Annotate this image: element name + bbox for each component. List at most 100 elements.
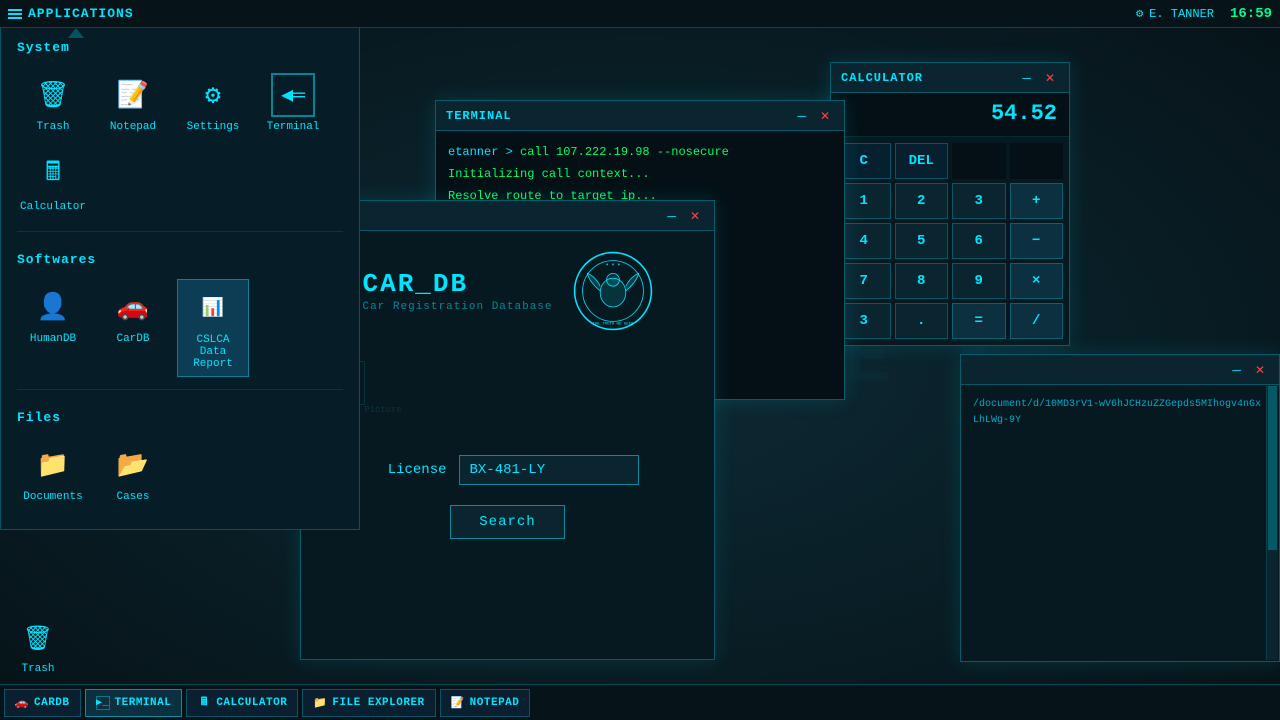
search-button[interactable]: Search [450, 505, 564, 539]
humandb-label: HumanDB [30, 333, 76, 345]
cslca-icon: 📊 [191, 286, 235, 330]
documents-label: Documents [23, 491, 82, 503]
cardb-main-title: CAR_DB [362, 269, 552, 299]
calc-btn-6[interactable]: 6 [952, 223, 1006, 259]
calc-close[interactable]: ✕ [1041, 71, 1059, 85]
system-section: System 🗑 Trash 📝 Notepad ⚙ Settings ◀═ T… [1, 28, 359, 223]
calc-btn-divide[interactable]: / [1010, 303, 1064, 339]
app-icon-humandb[interactable]: 👤 HumanDB [17, 279, 89, 377]
link-controls: ─ ✕ [1228, 363, 1269, 377]
term-prompt-1: etanner > [448, 145, 513, 159]
fileexplorer-taskbar-label: FILE EXPLORER [332, 697, 424, 709]
divider-1 [17, 231, 343, 232]
divider-2 [17, 389, 343, 390]
trash-icon: 🗑 [31, 73, 75, 117]
calc-btn-multiply[interactable]: × [1010, 263, 1064, 299]
notepad-taskbar-icon: 📝 [451, 696, 465, 710]
cardb-title-block: CAR_DB Car Registration Database [362, 269, 552, 313]
calc-btn-dot[interactable]: . [895, 303, 949, 339]
desktop-trash[interactable]: 🗑 Trash [18, 619, 58, 675]
taskbar-item-notepad[interactable]: 📝 NOTEPAD [440, 689, 531, 717]
app-menu-trigger[interactable]: APPLICATIONS [8, 6, 134, 21]
calculator-window: CALCULATOR ─ ✕ 54.52 C DEL 1 2 3 + 4 5 6… [830, 62, 1070, 346]
system-section-title: System [17, 40, 343, 55]
calc-btn-empty1 [952, 143, 1006, 179]
taskbar-item-cardb[interactable]: 🚗 CARDB [4, 689, 81, 717]
app-icon-cslca[interactable]: 📊 CSLCA Data Report [177, 279, 249, 377]
cardb-taskbar-icon: 🚗 [15, 696, 29, 710]
desktop-trash-icon: 🗑 [18, 619, 58, 659]
calc-btn-c[interactable]: C [837, 143, 891, 179]
softwares-section-title: Softwares [17, 252, 343, 267]
calc-btn-equals[interactable]: = [952, 303, 1006, 339]
term-titlebar: TERMINAL ─ ✕ [436, 101, 844, 131]
user-icon: ⚙ [1136, 6, 1143, 21]
link-titlebar: ─ ✕ [961, 355, 1279, 385]
term-cmd-1: call 107.222.19.98 --nosecure [520, 145, 729, 159]
cardb-taskbar-label: CARDB [34, 697, 70, 709]
calc-btn-4[interactable]: 4 [837, 223, 891, 259]
cases-icon: 📂 [111, 443, 155, 487]
calc-btn-5[interactable]: 5 [895, 223, 949, 259]
calculator-icon: 🖩 [31, 153, 75, 197]
terminal-icon: ◀═ [271, 73, 315, 117]
documents-icon: 📁 [31, 443, 75, 487]
calc-btn-del[interactable]: DEL [895, 143, 949, 179]
calc-btn-3[interactable]: 3 [952, 183, 1006, 219]
humandb-icon: 👤 [31, 285, 75, 329]
link-body[interactable]: /document/d/10MD3rV1-wV6hJCHzuZZGepds5MI… [961, 385, 1279, 661]
calc-controls: ─ ✕ [1018, 71, 1059, 85]
terminal-taskbar-icon: ▶_ [96, 696, 110, 710]
calc-btn-minus[interactable]: − [1010, 223, 1064, 259]
calc-buttons: C DEL 1 2 3 + 4 5 6 − 7 8 9 × 3 . = / [831, 137, 1069, 345]
files-section: Files 📁 Documents 📂 Cases [1, 398, 359, 513]
term-minimize[interactable]: ─ [793, 109, 810, 123]
settings-label: Settings [187, 121, 240, 133]
svg-text:★ ★ ★: ★ ★ ★ [605, 262, 620, 267]
taskbar-item-fileexplorer[interactable]: 📁 FILE EXPLORER [302, 689, 435, 717]
calc-btn-1[interactable]: 1 [837, 183, 891, 219]
calc-btn-2[interactable]: 2 [895, 183, 949, 219]
app-icon-trash[interactable]: 🗑 Trash [17, 67, 89, 139]
link-scrollbar[interactable] [1266, 386, 1278, 660]
calc-btn-plus[interactable]: + [1010, 183, 1064, 219]
fileexplorer-taskbar-icon: 📁 [313, 696, 327, 710]
topbar-right: ⚙ E. TANNER 16:59 [1136, 6, 1272, 22]
cardb-window: ─ ✕ CAR_DB Car Registration Database [300, 200, 715, 660]
calc-btn-9[interactable]: 9 [952, 263, 1006, 299]
cardb-minimize[interactable]: ─ [663, 209, 680, 223]
license-input[interactable] [459, 455, 639, 485]
svg-text:THE TRUTH WE SEEK: THE TRUTH WE SEEK [592, 323, 633, 327]
cardb-controls: ─ ✕ [663, 209, 704, 223]
app-icon-documents[interactable]: 📁 Documents [17, 437, 89, 509]
app-icon-calculator[interactable]: 🖩 Calculator [17, 147, 89, 219]
desktop: DEPT OF E K APPLICATIONS ⚙ E. TANNER 16:… [0, 0, 1280, 720]
files-icons-grid: 📁 Documents 📂 Cases [17, 437, 343, 509]
calculator-taskbar-label: CALCULATOR [216, 697, 287, 709]
calc-title: CALCULATOR [841, 71, 923, 85]
taskbar-item-calculator[interactable]: 🖩 CALCULATOR [186, 689, 298, 717]
app-icon-terminal[interactable]: ◀═ Terminal [257, 67, 329, 139]
app-icon-cases[interactable]: 📂 Cases [97, 437, 169, 509]
user-info: ⚙ E. TANNER [1136, 6, 1214, 21]
term-close[interactable]: ✕ [816, 109, 834, 123]
cardb-close[interactable]: ✕ [686, 209, 704, 223]
link-close[interactable]: ✕ [1251, 363, 1269, 377]
terminal-taskbar-label: TERMINAL [115, 697, 172, 709]
calc-btn-empty2 [1010, 143, 1064, 179]
user-name: E. TANNER [1149, 7, 1214, 21]
term-title: TERMINAL [446, 109, 512, 123]
app-icon-settings[interactable]: ⚙ Settings [177, 67, 249, 139]
license-label: License [377, 462, 447, 478]
app-icon-cardb[interactable]: 🚗 CarDB [97, 279, 169, 377]
app-icon-notepad[interactable]: 📝 Notepad [97, 67, 169, 139]
calc-minimize[interactable]: ─ [1018, 71, 1035, 85]
taskbar-item-terminal[interactable]: ▶_ TERMINAL [85, 689, 183, 717]
calc-btn-7[interactable]: 7 [837, 263, 891, 299]
link-minimize[interactable]: ─ [1228, 363, 1245, 377]
taskbar: 🚗 CARDB ▶_ TERMINAL 🖩 CALCULATOR 📁 FILE … [0, 684, 1280, 720]
calc-titlebar: CALCULATOR ─ ✕ [831, 63, 1069, 93]
terminal-label: Terminal [267, 121, 320, 133]
calc-btn-8[interactable]: 8 [895, 263, 949, 299]
calc-btn-3b[interactable]: 3 [837, 303, 891, 339]
